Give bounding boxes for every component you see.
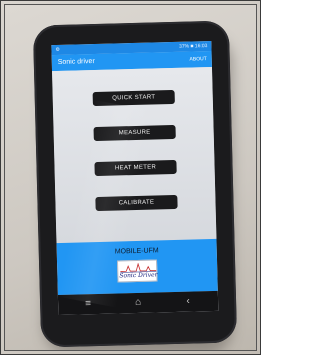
logo-text: Sonic Driver (119, 271, 158, 280)
settings-icon: ⚙ (55, 46, 61, 54)
about-button[interactable]: ABOUT (189, 56, 206, 62)
phone-screen: ⚙ 37% ■ 16:03 Sonic driver ABOUT QUICK S… (51, 40, 219, 316)
app-title: Sonic driver (57, 58, 95, 66)
photo-frame: ⚙ 37% ■ 16:03 Sonic driver ABOUT QUICK S… (0, 0, 261, 355)
photo-background: ⚙ 37% ■ 16:03 Sonic driver ABOUT QUICK S… (4, 4, 257, 351)
home-icon[interactable]: ⌂ (130, 297, 146, 309)
smartphone: ⚙ 37% ■ 16:03 Sonic driver ABOUT QUICK S… (32, 20, 238, 348)
back-icon[interactable]: ‹ (180, 295, 196, 307)
status-indicators: 37% ■ 16:03 (179, 43, 208, 50)
